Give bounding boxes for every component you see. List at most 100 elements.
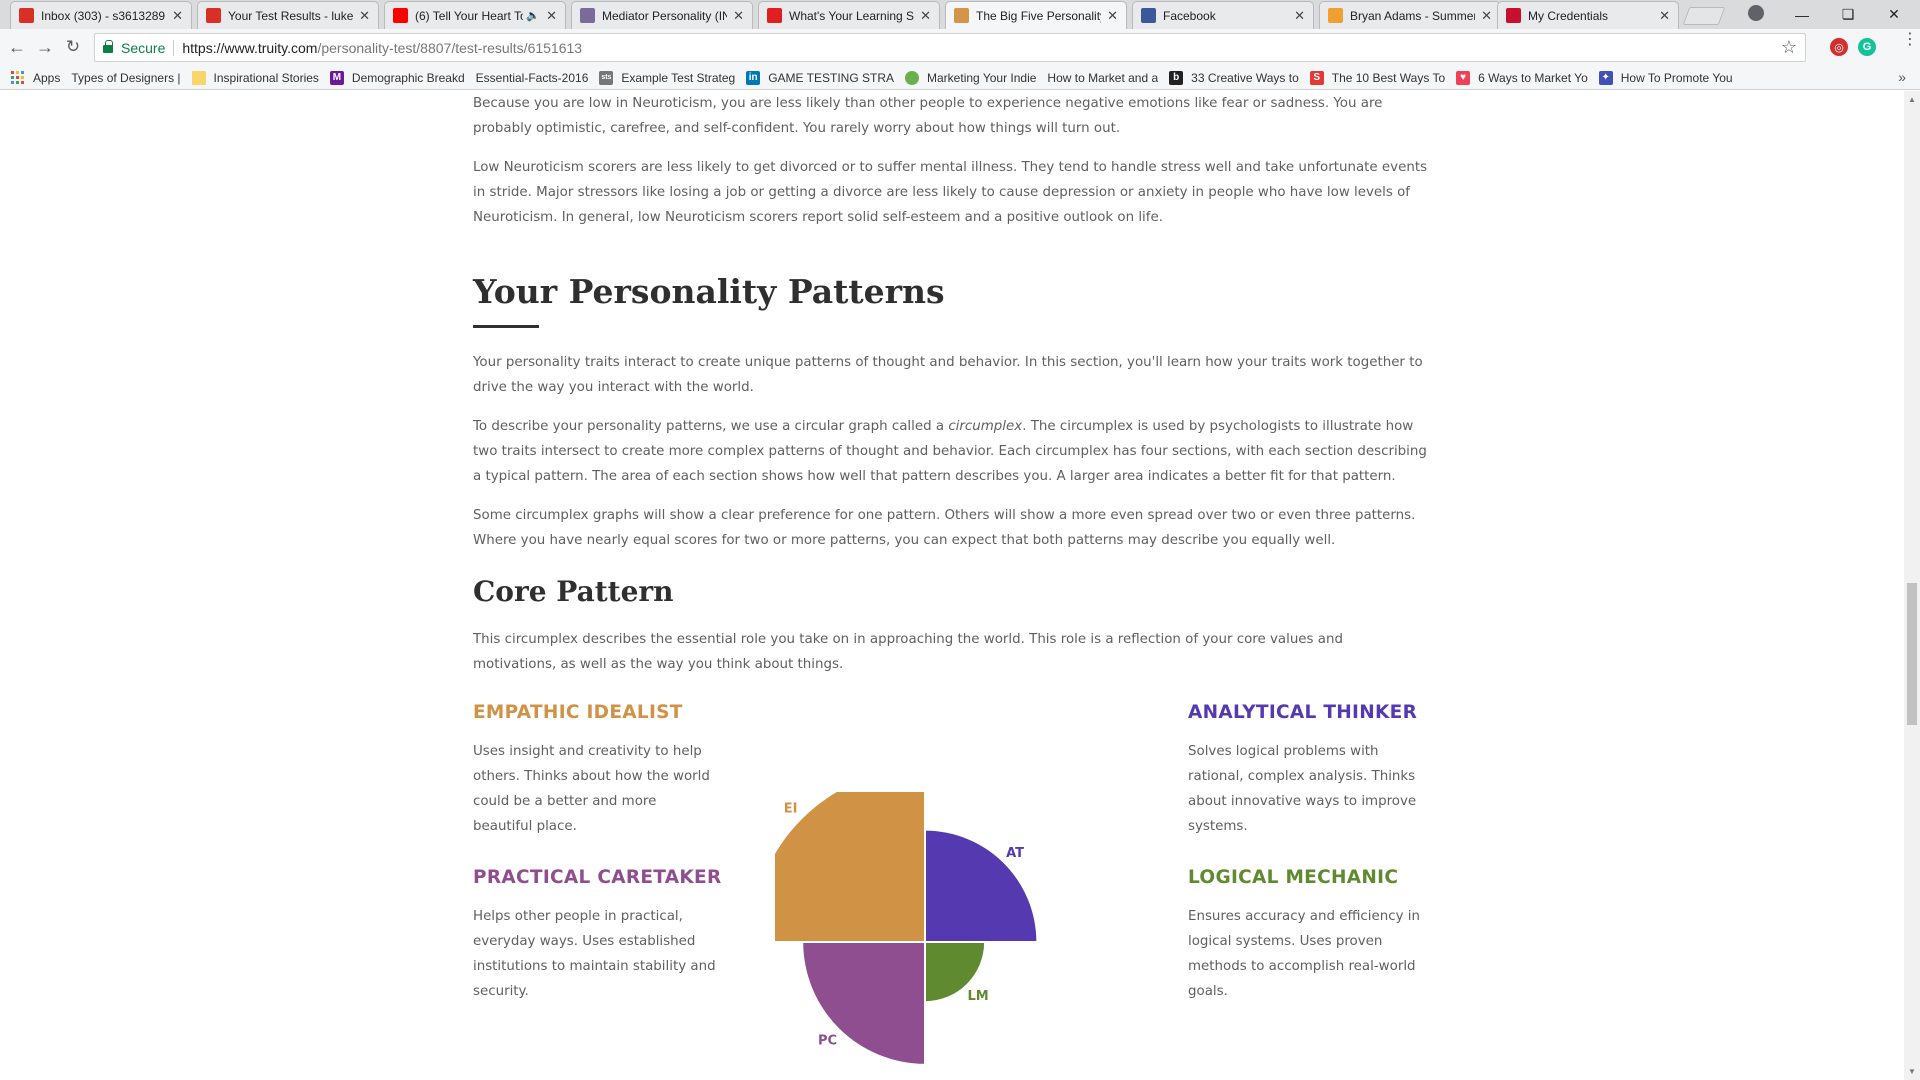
bookmark-7[interactable]: in GAME TESTING STRA	[746, 70, 894, 85]
tab-9[interactable]: My Credentials ✕	[1497, 1, 1679, 29]
secure-label: Secure	[121, 39, 166, 56]
bookmark-label: Essential-Facts-2016	[475, 70, 589, 85]
practical-caretaker-description: Helps other people in practical, everyda…	[473, 909, 716, 999]
close-tab-icon[interactable]: ✕	[1107, 8, 1118, 24]
tab-4[interactable]: Mediator Personality (IN ✕	[571, 1, 753, 29]
leaf-icon	[905, 70, 920, 85]
profile-icon[interactable]	[1748, 5, 1764, 21]
tab-title: Your Test Results - lukef	[228, 8, 354, 23]
bookmark-star-icon[interactable]: ☆	[1781, 37, 1797, 58]
circumplex-term: circumplex	[948, 419, 1023, 434]
close-tab-icon[interactable]: ✕	[733, 8, 744, 24]
patterns-paragraph-2-start: To describe your personality patterns, w…	[473, 419, 949, 434]
bookmark-label: How to Market and a	[1047, 70, 1159, 85]
grammarly-icon[interactable]: G	[1858, 38, 1876, 56]
bookmark-label: 33 Creative Ways to	[1191, 70, 1299, 85]
circumplex-label-ei: EI	[784, 802, 798, 817]
tab-title: Inbox (303) - s3613289	[41, 8, 166, 23]
address-bar[interactable]: Secure https://www.truity.com/personalit…	[94, 33, 1806, 62]
tab-6[interactable]: The Big Five Personality ✕	[945, 1, 1127, 29]
m-icon: M	[329, 70, 344, 85]
close-tab-icon[interactable]: ✕	[1659, 8, 1670, 24]
circumplex-label-lm: LM	[968, 989, 989, 1004]
bookmark-label: Marketing Your Indie	[927, 70, 1037, 85]
tab-title: What's Your Learning St	[789, 8, 915, 23]
bookmark-2[interactable]: Types of Designers |	[0, 71, 181, 171]
bookmark-4[interactable]: M Demographic Breakd	[329, 70, 465, 85]
sts-icon: sts	[599, 70, 614, 85]
close-tab-icon[interactable]: ✕	[920, 8, 931, 24]
close-tab-icon[interactable]: ✕	[546, 8, 557, 24]
minimize-button[interactable]: —	[1779, 0, 1825, 29]
more-bookmarks-icon[interactable]: »	[1898, 69, 1906, 85]
url-path: /personality-test/8807/test-results/6151…	[317, 39, 583, 56]
tab-8[interactable]: Bryan Adams - Summer ✕	[1319, 1, 1501, 29]
bookmark-10[interactable]: b 33 Creative Ways to	[1169, 70, 1299, 85]
bookmark-11[interactable]: S The 10 Best Ways To	[1309, 70, 1446, 85]
extension-icon[interactable]: ◎	[1830, 38, 1848, 56]
practical-caretaker-title: PRACTICAL CARETAKER	[473, 867, 722, 888]
forward-icon[interactable]: →	[34, 36, 56, 58]
close-tab-icon[interactable]: ✕	[1481, 8, 1492, 24]
b-icon: b	[1169, 70, 1184, 85]
tab-title: (6) Tell Your Heart To	[415, 8, 524, 23]
patterns-paragraph-2: To describe your personality patterns, w…	[473, 414, 1429, 489]
pocket-icon: ♥	[1456, 70, 1471, 85]
bookmark-label: 6 Ways to Market Yo	[1478, 70, 1588, 85]
tab-title: The Big Five Personality	[976, 8, 1102, 23]
bookmark-5[interactable]: Essential-Facts-2016	[0, 70, 589, 171]
bookmark-label: Inspirational Stories	[213, 70, 319, 85]
back-icon[interactable]: ←	[6, 36, 28, 58]
scroll-thumb[interactable]	[1907, 583, 1917, 725]
restore-button[interactable]: ❏	[1825, 0, 1871, 29]
bookmark-label: The 10 Best Ways To	[1331, 70, 1446, 85]
core-pattern-heading: Core Pattern	[473, 575, 674, 608]
page-scrollbar[interactable]: ▲ ▼	[1904, 91, 1920, 1080]
tab-5[interactable]: What's Your Learning St ✕	[758, 1, 940, 29]
speaker-icon[interactable]: 🔈	[526, 9, 540, 22]
s-icon: S	[1309, 70, 1324, 85]
close-tab-icon[interactable]: ✕	[359, 8, 370, 24]
empathic-idealist-title: EMPATHIC IDEALIST	[473, 702, 683, 723]
logical-mechanic-description: Ensures accuracy and efficiency in logic…	[1188, 909, 1420, 999]
bookmark-1[interactable]: Apps	[11, 70, 61, 85]
core-pattern-circumplex: EI AT LM PC	[775, 792, 1075, 1080]
tab-strip: — ❏ ✕ Inbox (303) - s3613289 ✕ Your Test R…	[0, 0, 1920, 29]
close-tab-icon[interactable]: ✕	[172, 8, 183, 24]
patterns-paragraph-1: Your personality traits interact to crea…	[473, 355, 1423, 395]
tab-2[interactable]: Your Test Results - lukef ✕	[197, 1, 379, 29]
bookmark-6[interactable]: sts Example Test Strateg	[599, 70, 735, 85]
scroll-down-icon[interactable]: ▼	[1908, 1067, 1916, 1076]
menu-icon[interactable]: ⋮	[1902, 32, 1918, 48]
tab-title: Mediator Personality (IN	[602, 8, 728, 23]
bookmark-8[interactable]: Marketing Your Indie	[905, 70, 1037, 85]
opera-icon	[767, 8, 782, 23]
16p-icon	[580, 8, 595, 23]
truity-icon	[954, 8, 969, 23]
empathic-idealist-description: Uses insight and creativity to help othe…	[473, 744, 710, 834]
circumplex-label-at: AT	[1006, 846, 1024, 861]
tab-1[interactable]: Inbox (303) - s3613289 ✕	[10, 1, 192, 29]
credentials-icon	[1506, 8, 1521, 23]
tab-7[interactable]: Facebook ✕	[1132, 1, 1314, 29]
close-window-button[interactable]: ✕	[1871, 0, 1917, 29]
heading-underline	[473, 325, 539, 328]
bookmark-12[interactable]: ♥ 6 Ways to Market Yo	[1456, 70, 1588, 85]
analytical-thinker-description: Solves logical problems with rational, c…	[1188, 744, 1417, 834]
scroll-up-icon[interactable]: ▲	[1908, 95, 1916, 104]
bookmark-9[interactable]: How to Market and a	[0, 70, 1159, 171]
reload-icon[interactable]: ↻	[62, 36, 84, 58]
bookmark-3[interactable]: Inspirational Stories	[191, 70, 319, 85]
gmail-icon	[19, 8, 34, 23]
linkedin-icon: in	[746, 70, 761, 85]
lock-icon	[103, 40, 113, 53]
facebook-icon	[1141, 8, 1156, 23]
new-tab-button[interactable]	[1682, 7, 1726, 25]
neuroticism-paragraph-1: Because you are low in Neuroticism, you …	[473, 96, 1383, 136]
close-tab-icon[interactable]: ✕	[1294, 8, 1305, 24]
tab-title: My Credentials	[1528, 8, 1609, 23]
bookmark-label: Apps	[33, 70, 61, 85]
tab-3[interactable]: (6) Tell Your Heart To 🔈 ✕	[384, 1, 566, 29]
bookmarks-bar: Apps Types of Designers | Inspirational St…	[0, 66, 1920, 171]
bookmark-13[interactable]: ✦ How To Promote You	[1598, 70, 1733, 85]
